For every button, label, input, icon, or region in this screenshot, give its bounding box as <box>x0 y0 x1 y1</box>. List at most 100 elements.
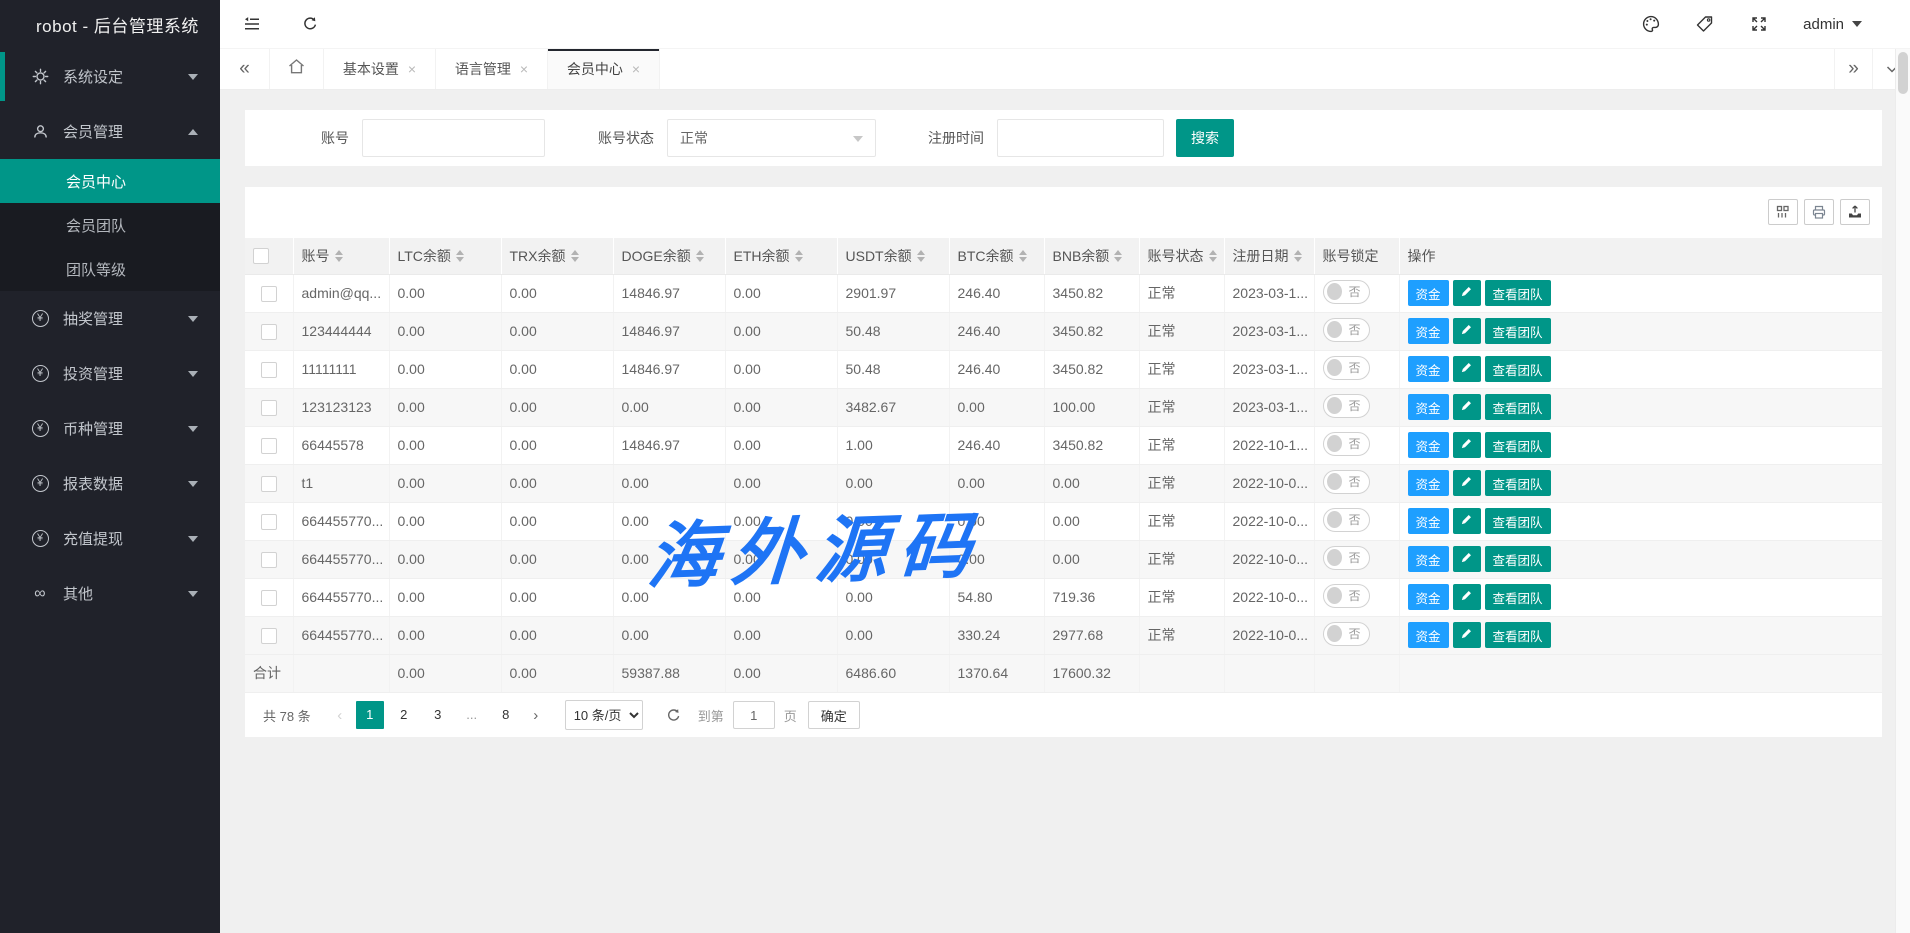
export-icon[interactable] <box>1840 199 1870 225</box>
lock-toggle[interactable]: 否 <box>1323 584 1370 608</box>
sidebar-item-0[interactable]: 系统设定 <box>0 49 220 104</box>
lock-toggle[interactable]: 否 <box>1323 356 1370 380</box>
edit-button[interactable] <box>1453 318 1481 344</box>
palette-icon[interactable] <box>1631 0 1671 49</box>
row-checkbox[interactable] <box>261 514 277 530</box>
view-team-button[interactable]: 查看团队 <box>1485 318 1551 344</box>
close-icon[interactable]: × <box>632 61 640 77</box>
sidebar-item-3[interactable]: ¥ 投资管理 <box>0 346 220 401</box>
user-menu[interactable]: admin <box>1803 16 1862 33</box>
row-checkbox[interactable] <box>261 590 277 606</box>
sidebar-item-5[interactable]: ¥ 报表数据 <box>0 456 220 511</box>
sort-icon[interactable] <box>795 250 803 262</box>
edit-button[interactable] <box>1453 356 1481 382</box>
tabs-scroll-left-icon[interactable]: « <box>220 49 270 89</box>
view-team-button[interactable]: 查看团队 <box>1485 546 1551 572</box>
fund-button[interactable]: 资金 <box>1408 318 1449 344</box>
edit-button[interactable] <box>1453 432 1481 458</box>
lock-toggle[interactable]: 否 <box>1323 622 1370 646</box>
page-number[interactable]: 1 <box>356 701 384 729</box>
sidebar-item-4[interactable]: ¥ 币种管理 <box>0 401 220 456</box>
goto-confirm-button[interactable]: 确定 <box>808 701 860 729</box>
sort-icon[interactable] <box>696 250 704 262</box>
lock-toggle[interactable]: 否 <box>1323 394 1370 418</box>
sort-icon[interactable] <box>1114 250 1122 262</box>
view-team-button[interactable]: 查看团队 <box>1485 394 1551 420</box>
close-icon[interactable]: × <box>408 61 416 77</box>
edit-button[interactable] <box>1453 470 1481 496</box>
row-checkbox[interactable] <box>261 286 277 302</box>
sidebar-item-7[interactable]: ∞ 其他 <box>0 566 220 621</box>
page-prev-icon[interactable]: ‹ <box>327 707 353 724</box>
row-checkbox[interactable] <box>261 628 277 644</box>
fund-button[interactable]: 资金 <box>1408 394 1449 420</box>
regtime-input[interactable] <box>997 119 1164 157</box>
fund-button[interactable]: 资金 <box>1408 508 1449 534</box>
scrollbar[interactable] <box>1895 49 1910 933</box>
page-next-icon[interactable]: › <box>523 707 549 724</box>
sidebar-subitem-1[interactable]: 会员团队 <box>0 203 220 247</box>
sort-icon[interactable] <box>335 250 343 262</box>
scrollbar-thumb[interactable] <box>1898 52 1908 94</box>
lock-toggle[interactable]: 否 <box>1323 470 1370 494</box>
edit-button[interactable] <box>1453 280 1481 306</box>
sort-icon[interactable] <box>1019 250 1027 262</box>
sort-icon[interactable] <box>571 250 579 262</box>
sidebar-subitem-2[interactable]: 团队等级 <box>0 247 220 291</box>
fund-button[interactable]: 资金 <box>1408 622 1449 648</box>
row-checkbox[interactable] <box>261 324 277 340</box>
home-tab[interactable] <box>270 49 324 89</box>
page-number[interactable]: 2 <box>390 701 418 729</box>
row-checkbox[interactable] <box>261 552 277 568</box>
sort-icon[interactable] <box>1294 250 1302 262</box>
page-size-select[interactable]: 10 条/页 <box>565 700 643 730</box>
columns-icon[interactable] <box>1768 199 1798 225</box>
refresh-icon[interactable] <box>290 0 330 49</box>
fund-button[interactable]: 资金 <box>1408 584 1449 610</box>
view-team-button[interactable]: 查看团队 <box>1485 356 1551 382</box>
goto-page-input[interactable] <box>733 701 775 729</box>
sidebar-subitem-0[interactable]: 会员中心 <box>0 159 220 203</box>
fund-button[interactable]: 资金 <box>1408 546 1449 572</box>
view-team-button[interactable]: 查看团队 <box>1485 622 1551 648</box>
status-select[interactable]: 正常 <box>667 119 876 157</box>
collapse-menu-icon[interactable] <box>232 0 272 49</box>
view-team-button[interactable]: 查看团队 <box>1485 584 1551 610</box>
fund-button[interactable]: 资金 <box>1408 470 1449 496</box>
lock-toggle[interactable]: 否 <box>1323 546 1370 570</box>
edit-button[interactable] <box>1453 584 1481 610</box>
close-icon[interactable]: × <box>520 61 528 77</box>
view-team-button[interactable]: 查看团队 <box>1485 280 1551 306</box>
view-team-button[interactable]: 查看团队 <box>1485 508 1551 534</box>
tab-0[interactable]: 基本设置 × <box>324 49 436 89</box>
fullscreen-icon[interactable] <box>1739 0 1779 49</box>
edit-button[interactable] <box>1453 546 1481 572</box>
lock-toggle[interactable]: 否 <box>1323 280 1370 304</box>
sort-icon[interactable] <box>456 250 464 262</box>
page-number[interactable]: 3 <box>424 701 452 729</box>
pagination-refresh-icon[interactable] <box>665 707 682 724</box>
search-button[interactable]: 搜索 <box>1176 119 1234 157</box>
row-checkbox[interactable] <box>261 438 277 454</box>
fund-button[interactable]: 资金 <box>1408 432 1449 458</box>
lock-toggle[interactable]: 否 <box>1323 318 1370 342</box>
page-number[interactable]: 8 <box>492 701 520 729</box>
tabs-scroll-right-icon[interactable]: » <box>1834 49 1872 89</box>
sort-icon[interactable] <box>1209 250 1217 262</box>
edit-button[interactable] <box>1453 622 1481 648</box>
lock-toggle[interactable]: 否 <box>1323 432 1370 456</box>
fund-button[interactable]: 资金 <box>1408 280 1449 306</box>
tag-icon[interactable] <box>1685 0 1725 49</box>
lock-toggle[interactable]: 否 <box>1323 508 1370 532</box>
sort-icon[interactable] <box>917 250 925 262</box>
row-checkbox[interactable] <box>261 362 277 378</box>
view-team-button[interactable]: 查看团队 <box>1485 432 1551 458</box>
print-icon[interactable] <box>1804 199 1834 225</box>
row-checkbox[interactable] <box>261 400 277 416</box>
fund-button[interactable]: 资金 <box>1408 356 1449 382</box>
tab-2[interactable]: 会员中心 × <box>548 49 660 89</box>
select-all-checkbox[interactable] <box>253 248 269 264</box>
view-team-button[interactable]: 查看团队 <box>1485 470 1551 496</box>
row-checkbox[interactable] <box>261 476 277 492</box>
tab-1[interactable]: 语言管理 × <box>436 49 548 89</box>
